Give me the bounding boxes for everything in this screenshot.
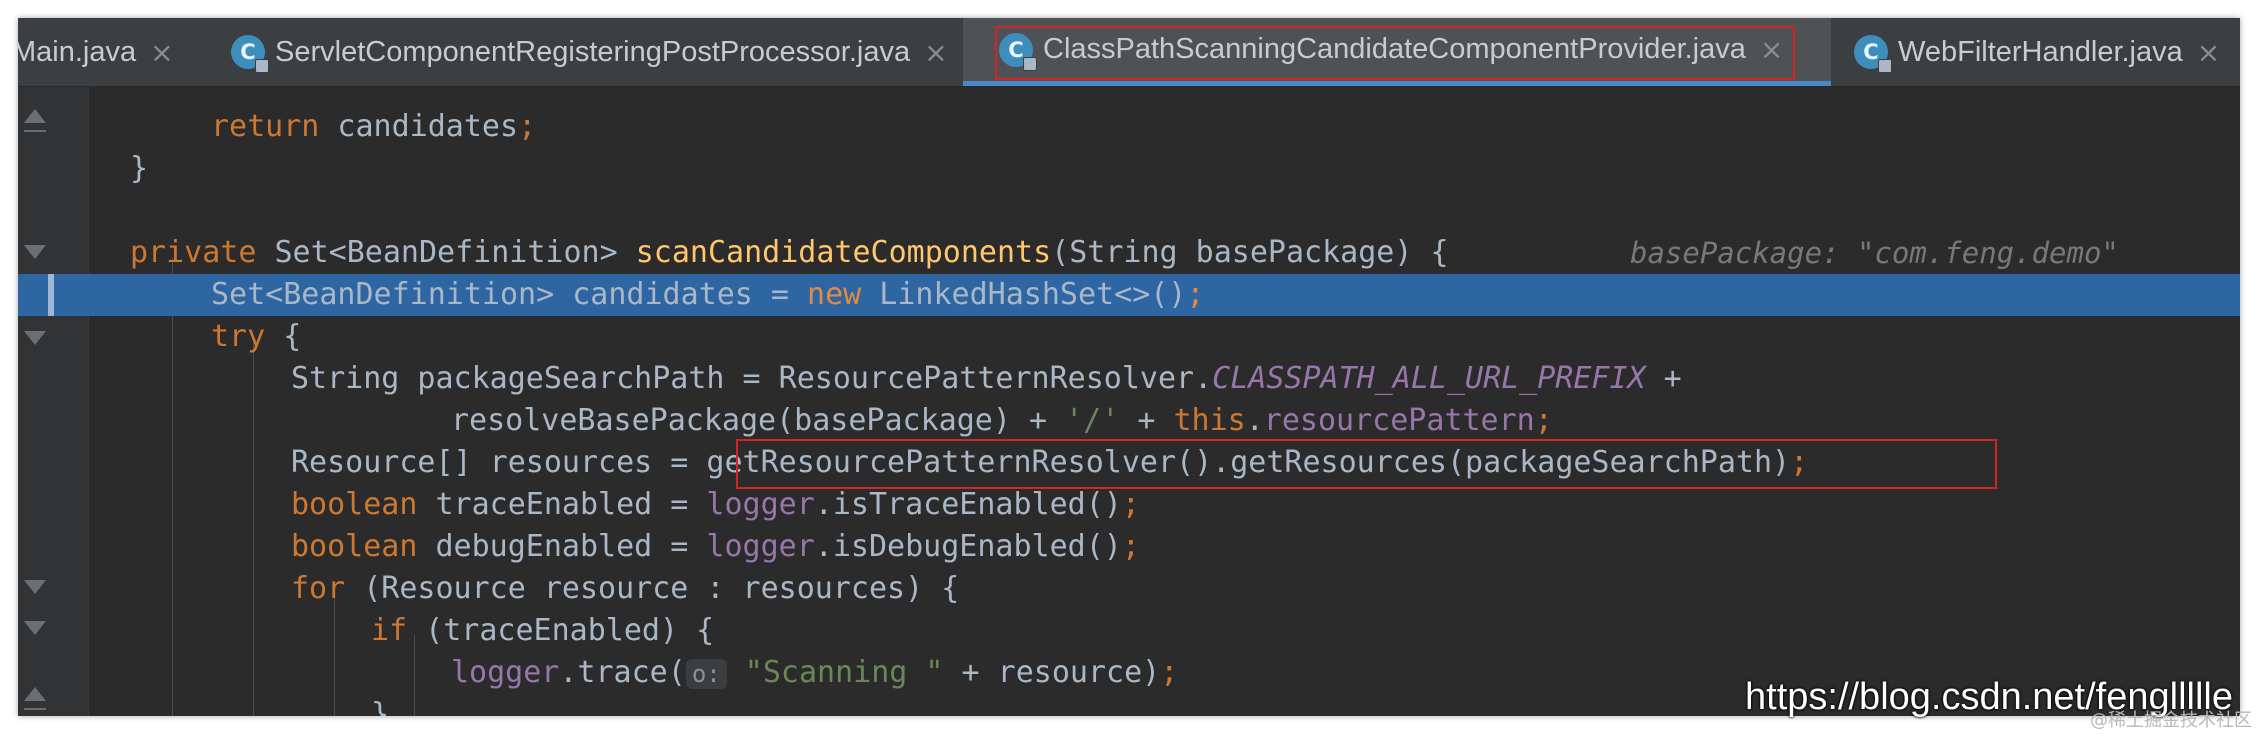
tab-label: WebFilterHandler.java xyxy=(1898,35,2183,68)
fold-close-icon xyxy=(24,109,46,123)
code-editor[interactable]: return candidates; } private Set<BeanDef… xyxy=(18,87,2240,716)
close-icon[interactable]: × xyxy=(2197,36,2220,69)
tab-main-java[interactable]: Main.java × xyxy=(18,18,198,86)
ide-window: Main.java × C ServletComponentRegisterin… xyxy=(18,18,2240,716)
tab-label: Main.java xyxy=(18,35,137,68)
tab-classpath-scanning-candidate-component-provider[interactable]: C ClassPathScanningCandidateComponentPro… xyxy=(963,18,1831,86)
code-line: try { xyxy=(211,319,302,354)
code-line-current: Set<BeanDefinition> candidates = new Lin… xyxy=(211,277,1205,312)
code-line: boolean traceEnabled = logger.isTraceEna… xyxy=(291,487,1140,522)
tab-label: ClassPathScanningCandidateComponentProvi… xyxy=(1043,33,1746,65)
code-line: String packageSearchPath = ResourcePatte… xyxy=(291,361,1682,396)
code-line: resolveBasePackage(basePackage) + '/' + … xyxy=(451,403,1553,438)
java-class-icon: C xyxy=(231,35,269,73)
code-line: } xyxy=(130,151,149,186)
fold-open-icon[interactable] xyxy=(24,331,46,345)
tab-web-filter-handler[interactable]: C WebFilterHandler.java × xyxy=(1836,18,2240,86)
java-class-icon: C xyxy=(999,32,1037,71)
fold-end-icon xyxy=(24,130,46,132)
tab-servlet-component-registering-post-processor[interactable]: C ServletComponentRegisteringPostProcess… xyxy=(213,18,983,86)
code-line: if (traceEnabled) { xyxy=(371,613,715,648)
code-line: private Set<BeanDefinition> scanCandidat… xyxy=(130,235,1449,270)
indent-guide xyxy=(253,341,254,716)
java-class-icon: C xyxy=(1854,35,1892,73)
code-line: boolean debugEnabled = logger.isDebugEna… xyxy=(291,529,1140,564)
fold-end-icon xyxy=(24,708,46,710)
fold-open-icon[interactable] xyxy=(24,621,46,635)
watermark-site: @稀土掘金技术社区 xyxy=(2090,710,2252,731)
editor-gutter xyxy=(18,87,89,716)
close-icon[interactable]: × xyxy=(1760,33,1783,66)
tab-label: ServletComponentRegisteringPostProcessor… xyxy=(275,35,911,68)
close-icon[interactable]: × xyxy=(924,36,947,69)
lock-icon xyxy=(255,59,269,73)
lock-icon xyxy=(1878,59,1892,73)
code-line: Resource[] resources = getResourcePatter… xyxy=(291,445,1809,480)
code-line: } xyxy=(371,697,390,716)
editor-tab-bar: Main.java × C ServletComponentRegisterin… xyxy=(18,18,2240,87)
close-icon[interactable]: × xyxy=(150,36,173,69)
code-line: logger.trace(o: "Scanning " + resource); xyxy=(451,655,1179,690)
execution-point-marker xyxy=(48,274,54,316)
fold-open-icon[interactable] xyxy=(24,580,46,594)
inline-debug-value: basePackage: "com.feng.demo" xyxy=(1630,236,2119,270)
fold-open-icon[interactable] xyxy=(24,245,46,259)
parameter-hint: o: xyxy=(685,658,727,689)
fold-close-icon xyxy=(24,687,46,701)
indent-guide xyxy=(172,257,173,716)
lock-icon xyxy=(1023,56,1037,71)
code-line: return candidates; xyxy=(211,109,537,144)
indent-guide xyxy=(334,593,335,716)
code-line: for (Resource resource : resources) { xyxy=(291,571,960,606)
